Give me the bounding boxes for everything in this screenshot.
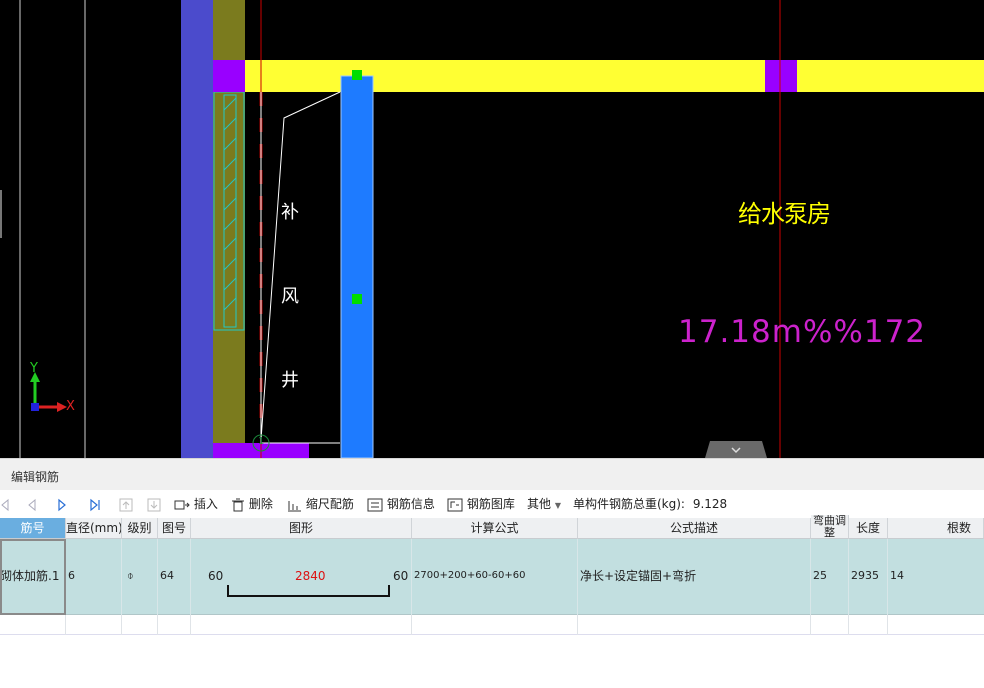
scale-rebar-label: 缩尺配筋 [305,497,354,511]
delete-button[interactable]: 删除 [231,495,273,513]
cell-formula[interactable]: 2700+200+60-60+60 [412,539,578,615]
axis-x-label: X [66,399,75,414]
other-dropdown[interactable]: 其他 ▼ [527,495,561,513]
total-weight-value: 9.128 [692,497,728,511]
empty-cell[interactable] [66,615,122,635]
room-area-label: 17.18m%%172 [678,314,927,350]
collapse-tab[interactable] [705,441,767,458]
col-header-formula-desc[interactable]: 公式描述 [578,518,811,539]
cell-count[interactable]: 14 [888,539,984,615]
column-left[interactable] [213,60,245,92]
rebar-library-button[interactable]: 钢筋图库 [447,495,515,513]
col-header-formula[interactable]: 计算公式 [412,518,578,539]
insert-label: 插入 [193,497,218,511]
library-icon [447,498,463,511]
empty-cell[interactable] [412,615,578,635]
move-down-icon[interactable] [147,495,161,513]
empty-cell[interactable] [0,615,66,635]
cell-bend-adjust[interactable]: 25 [811,539,849,615]
axis-origin [31,403,39,411]
col-header-diameter[interactable]: 直径(mm) [66,518,122,539]
move-up-icon[interactable] [119,495,133,513]
scale-bars-icon [288,500,301,511]
total-weight-label: 单构件钢筋总重(kg): [573,497,685,511]
wall-selected-blue[interactable] [340,75,374,458]
rebar-info-button[interactable]: 钢筋信息 [367,495,435,513]
shaft-label-char-3: 井 [281,370,299,391]
shaft-diagonal [260,91,341,441]
shaft-label-char-2: 风 [281,286,299,307]
prev-record-icon[interactable] [26,495,38,513]
delete-label: 删除 [248,497,273,511]
col-header-shape[interactable]: 图形 [191,518,412,539]
rebar-toolbar: 插入 删除 缩尺配筋 钢筋信息 钢筋图库 其他 ▼ 单构件钢筋总重(kg): 9… [0,490,984,518]
first-record-icon[interactable] [0,495,10,513]
axis-y-label: Y [30,361,38,376]
shape-right-dim: 60 [393,569,409,583]
cad-drawing[interactable] [0,0,984,458]
wall-indigo[interactable] [181,0,213,458]
last-record-icon[interactable] [88,495,102,513]
insert-icon [174,500,190,509]
cell-bar-no[interactable]: 砌体加筋.1 [0,539,66,615]
marker-number: 1 [258,436,265,447]
cad-canvas[interactable]: Y X 1 补 风 井 给水泵房 17.18m%%172 [0,0,984,458]
caret-down-icon: ▼ [554,501,561,510]
table-row[interactable]: 砌体加筋.1 6 ⌽ 64 60 2840 60 2700+200+60-60+… [0,539,984,615]
cell-grade[interactable]: ⌽ [122,539,158,615]
hatch-region [213,91,245,331]
cell-diameter[interactable]: 6 [66,539,122,615]
shaft-label-char-1: 补 [281,202,299,223]
panel-title: 编辑钢筋 [11,470,60,484]
col-header-bend-adjust[interactable]: 弯曲调整 [811,515,849,539]
cell-shape-no[interactable]: 64 [158,539,191,615]
info-list-icon [367,498,383,511]
grip-top[interactable] [352,70,362,80]
column-right[interactable] [765,60,797,92]
grip-mid[interactable] [352,294,362,304]
empty-cell[interactable] [578,615,811,635]
edit-rebar-panel-header: 编辑钢筋 [0,458,984,490]
total-weight: 单构件钢筋总重(kg): 9.128 [573,495,727,513]
empty-cell[interactable] [158,615,191,635]
rebar-library-label: 钢筋图库 [466,497,515,511]
left-edge-tick [0,190,2,238]
col-header-length[interactable]: 长度 [849,518,888,539]
cell-formula-desc[interactable]: 净长+设定锚固+弯折 [578,539,811,615]
empty-cell[interactable] [122,615,158,635]
col-header-grade[interactable]: 级别 [122,518,158,539]
trash-icon [232,498,244,511]
cell-length[interactable]: 2935 [849,539,888,615]
col-header-count[interactable]: 根数 [888,518,984,539]
other-label: 其他 [527,497,552,511]
rebar-info-label: 钢筋信息 [386,497,435,511]
col-header-shape-no[interactable]: 图号 [158,518,191,539]
next-record-icon[interactable] [56,495,68,513]
table-row-empty[interactable] [0,615,984,635]
empty-cell[interactable] [191,615,412,635]
shape-mid-dim: 2840 [295,569,326,583]
empty-cell[interactable] [811,615,849,635]
insert-button[interactable]: 插入 [174,495,218,513]
cell-shape[interactable]: 60 2840 60 [191,539,412,615]
empty-cell[interactable] [849,615,888,635]
col-header-bar-no[interactable]: 筋号 [0,518,66,539]
room-name-label: 给水泵房 [738,200,831,228]
bar-no-value: 砌体加筋.1 [0,569,60,583]
scale-rebar-button[interactable]: 缩尺配筋 [286,495,354,513]
